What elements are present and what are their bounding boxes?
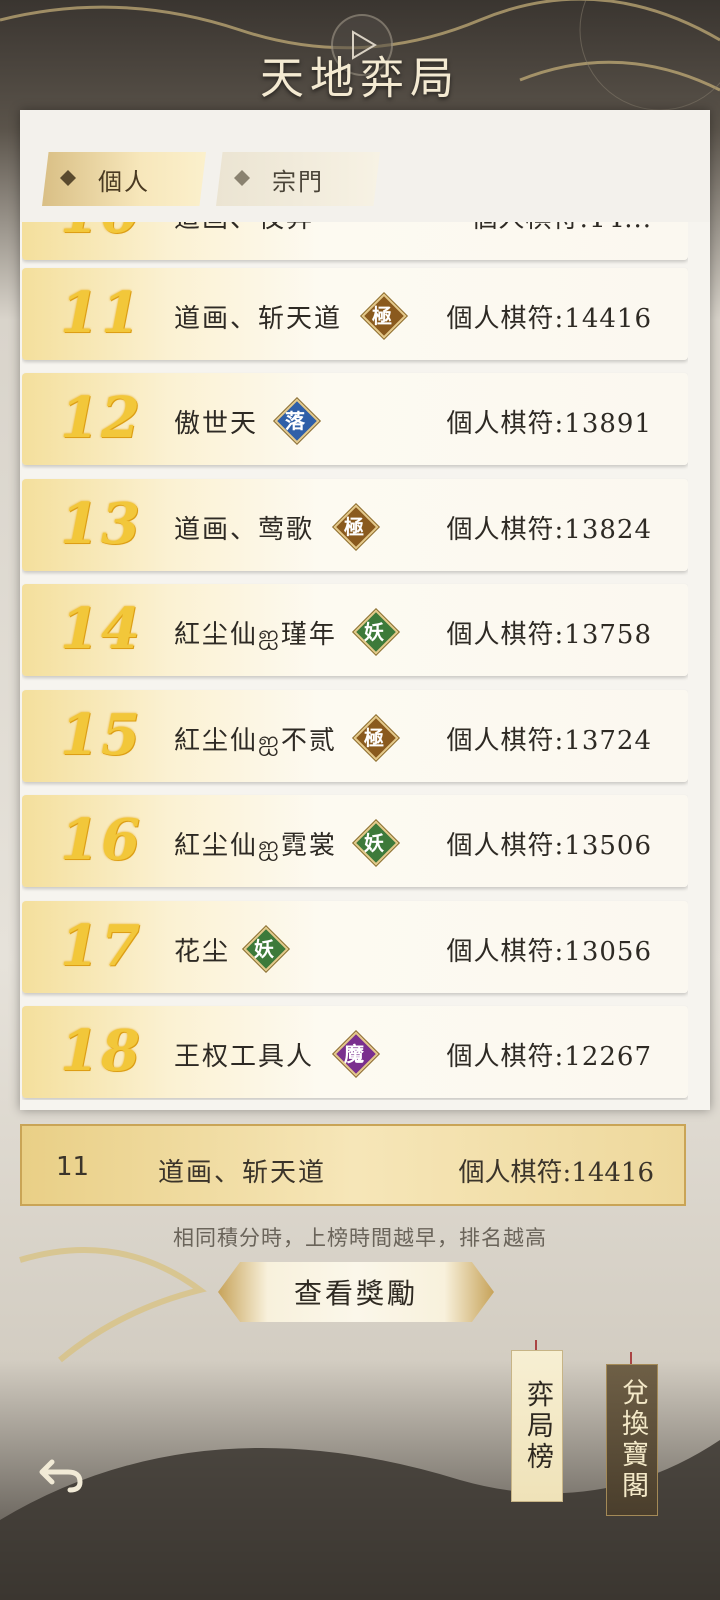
faction-badge-icon: 妖 (353, 820, 399, 866)
rank-number: 14 (60, 596, 142, 662)
player-name: 道画、莺歌 (174, 515, 315, 545)
my-rank-number: 11 (56, 1152, 90, 1182)
player-name: 王权工具人 (174, 1042, 315, 1072)
faction-badge-icon: 極 (361, 293, 407, 339)
tab-personal-label: 個人 (98, 167, 150, 196)
diamond-icon (234, 170, 250, 186)
player-name: 紅尘仙ஐ瑾年 (174, 620, 337, 650)
faction-badge-icon: 魔 (333, 1031, 379, 1077)
player-score: 個人棋符:13891 (446, 409, 652, 439)
rank-number: 11 (60, 280, 142, 346)
list-item[interactable]: 14 紅尘仙ஐ瑾年 妖 個人棋符:13758 (22, 584, 688, 676)
faction-badge-icon: 妖 (353, 609, 399, 655)
exchange-tag-button[interactable]: 兌換寶閣 (606, 1364, 658, 1516)
player-score: 個人棋符:12267 (446, 1042, 652, 1072)
list-item[interactable]: 12 傲世天 落 個人棋符:13891 (22, 373, 688, 465)
faction-badge-icon: 極 (333, 504, 379, 550)
player-score: 個人棋符:13758 (446, 620, 652, 650)
list-item[interactable]: 13 道画、莺歌 極 個人棋符:13824 (22, 479, 688, 571)
list-item[interactable]: 15 紅尘仙ஐ不贰 極 個人棋符:13724 (22, 690, 688, 782)
player-score: 個人棋符:14416 (446, 304, 652, 334)
list-item[interactable]: 18 王权工具人 魔 個人棋符:12267 (22, 1006, 688, 1098)
player-name: 花尘 (174, 937, 231, 967)
my-rank-name: 道画、斩天道 (158, 1158, 327, 1188)
rank-number: 13 (60, 491, 142, 557)
list-item[interactable]: 10 道画、夜昇 個人棋符:14... (22, 220, 688, 260)
diamond-icon (60, 170, 76, 186)
ranking-list[interactable]: 10 道画、夜昇 個人棋符:14... 11 道画、斩天道 極 個人棋符:144… (22, 220, 688, 1100)
player-score: 個人棋符:13506 (446, 831, 652, 861)
player-score: 個人棋符:13724 (446, 726, 652, 756)
view-rewards-button[interactable]: 查看獎勵 (218, 1262, 494, 1322)
player-score: 個人棋符:14... (471, 220, 652, 235)
faction-badge-icon: 極 (353, 715, 399, 761)
my-rank-bar: 11 道画、斩天道 個人棋符:14416 (20, 1124, 686, 1206)
rank-number: 17 (60, 913, 142, 979)
leaderboard-tag-label: 弈局榜 (522, 1379, 553, 1473)
list-item[interactable]: 17 花尘 妖 個人棋符:13056 (22, 901, 688, 993)
my-rank-score: 個人棋符:14416 (458, 1158, 654, 1188)
rank-number: 10 (60, 220, 170, 250)
player-name: 傲世天 (174, 409, 259, 439)
ranking-rule-note: 相同積分時，上榜時間越早，排名越高 (173, 1226, 547, 1250)
view-rewards-label: 查看獎勵 (293, 1277, 418, 1310)
player-name: 道画、斩天道 (174, 304, 343, 334)
faction-badge-icon: 落 (274, 398, 320, 444)
rank-number: 12 (60, 385, 142, 451)
exchange-tag-label: 兌換寶閣 (617, 1378, 648, 1502)
tab-sect[interactable]: 宗門 (216, 152, 380, 206)
tab-sect-label: 宗門 (272, 167, 324, 196)
player-score: 個人棋符:13056 (446, 937, 652, 967)
player-name: 紅尘仙ஐ霓裳 (174, 831, 337, 861)
list-item[interactable]: 11 道画、斩天道 極 個人棋符:14416 (22, 268, 688, 360)
faction-badge-icon: 妖 (243, 926, 289, 972)
list-item[interactable]: 16 紅尘仙ஐ霓裳 妖 個人棋符:13506 (22, 795, 688, 887)
player-name: 道画、夜昇 (174, 220, 314, 235)
player-name: 紅尘仙ஐ不贰 (174, 726, 337, 756)
leaderboard-tag-button[interactable]: 弈局榜 (511, 1350, 563, 1502)
tab-personal[interactable]: 個人 (42, 152, 206, 206)
rank-number: 16 (60, 807, 142, 873)
rank-number: 18 (60, 1018, 142, 1084)
tab-bar: 個人 宗門 (20, 110, 710, 222)
rank-number: 15 (60, 702, 142, 768)
page-title: 天地弈局 (260, 53, 460, 104)
player-score: 個人棋符:13824 (446, 515, 652, 545)
back-arrow-icon[interactable] (38, 1452, 86, 1496)
